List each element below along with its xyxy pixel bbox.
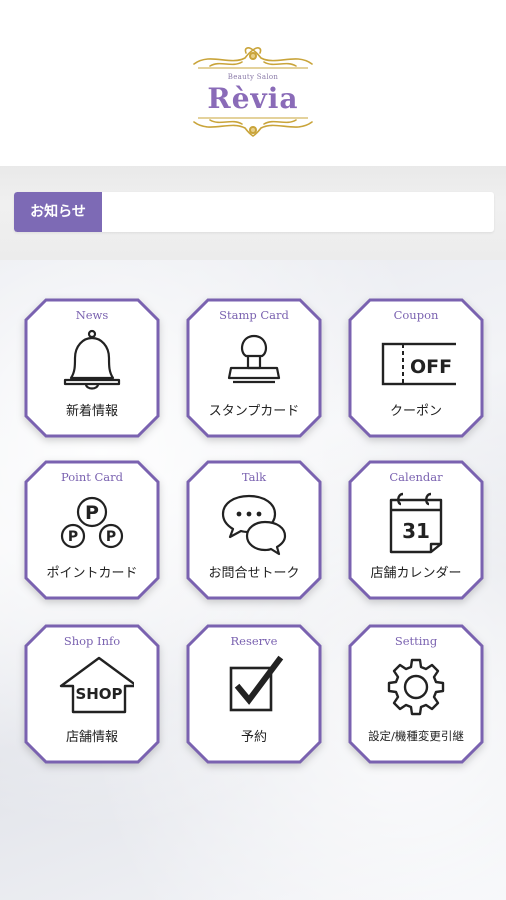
tile-title: Point Card	[60, 470, 124, 484]
tile-label: 新着情報	[65, 404, 118, 419]
shop-icon: SHOP	[59, 656, 134, 714]
tile-label: 設定/機種変更引継	[368, 729, 464, 743]
point-p-text: P	[68, 529, 78, 545]
stamp-icon	[227, 334, 281, 384]
news-section: お知らせ	[0, 166, 506, 260]
tile-label: クーポン	[389, 404, 442, 419]
menu-tile-stamp-card[interactable]: Stamp Card スタンプカード	[186, 298, 322, 438]
chat-bubbles-icon	[221, 494, 287, 556]
shop-sign-text: SHOP	[75, 685, 122, 703]
points-icon: P P P	[60, 496, 124, 549]
calendar-day-text: 31	[402, 519, 430, 543]
tile-title: Stamp Card	[219, 308, 289, 322]
tile-label: 店舗情報	[65, 730, 118, 745]
tile-title: Coupon	[393, 308, 439, 322]
tile-label: 予約	[240, 730, 267, 745]
tile-title: Setting	[394, 634, 438, 648]
tile-label: スタンプカード	[208, 404, 300, 419]
header: Beauty Salon Rèvia	[0, 0, 506, 166]
logo-tagline: Beauty Salon	[227, 73, 279, 81]
calendar-icon: 31	[389, 492, 443, 554]
checkbox-icon	[229, 655, 284, 712]
tile-title: Reserve	[230, 634, 278, 648]
bell-icon	[63, 329, 121, 390]
tile-title: Calendar	[389, 470, 443, 484]
off-coupon-icon: OFF	[381, 342, 456, 386]
tile-title: News	[75, 308, 109, 322]
tile-label: ポイントカード	[46, 566, 138, 581]
tile-title: Talk	[241, 470, 267, 484]
coupon-off-text: OFF	[410, 356, 452, 378]
tile-label: お問合せトーク	[208, 566, 300, 581]
menu-tile-news[interactable]: News 新着情報	[24, 298, 160, 438]
menu-grid: News 新着情報 Stamp Card スタンプカード Coupon OFF …	[0, 260, 506, 900]
menu-tile-setting[interactable]: Setting 設定/機種変更引継	[348, 624, 484, 764]
tile-label: 店舗カレンダー	[370, 566, 462, 581]
menu-tile-coupon[interactable]: Coupon OFF クーポン	[348, 298, 484, 438]
menu-tile-shop-info[interactable]: Shop Info SHOP 店舗情報	[24, 624, 160, 764]
menu-tile-calendar[interactable]: Calendar 31 店舗カレンダー	[348, 460, 484, 600]
salon-logo: Beauty Salon Rèvia	[0, 0, 506, 166]
tile-title: Shop Info	[63, 634, 121, 648]
news-label: お知らせ	[14, 192, 102, 232]
logo-top-ornament	[193, 47, 313, 69]
menu-tile-talk[interactable]: Talk お問合せトーク	[186, 460, 322, 600]
menu-tile-reserve[interactable]: Reserve 予約	[186, 624, 322, 764]
gear-icon	[387, 658, 445, 716]
menu-tile-point-card[interactable]: Point Card P P P ポイントカード	[24, 460, 160, 600]
logo-bottom-ornament	[193, 117, 313, 137]
point-p-text: P	[106, 529, 116, 545]
point-p-text: P	[85, 502, 99, 524]
news-ticker[interactable]: お知らせ	[14, 192, 494, 232]
logo-name: Rèvia	[207, 82, 299, 115]
